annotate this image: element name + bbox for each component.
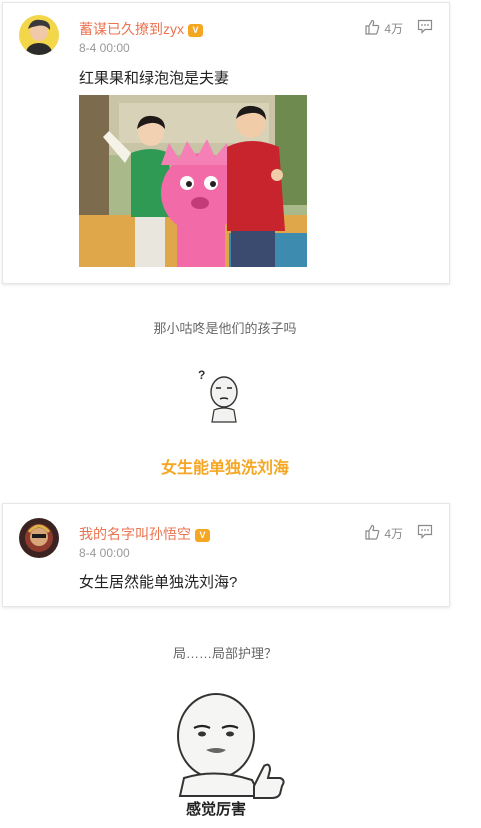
avatar[interactable] xyxy=(19,15,59,55)
like-count: 4万 xyxy=(384,527,403,541)
vip-badge-icon: V xyxy=(188,24,203,37)
like-button[interactable]: 4万 xyxy=(364,19,403,38)
like-button[interactable]: 4万 xyxy=(364,524,403,543)
post-time: 8-4 00:00 xyxy=(79,41,130,55)
question-mark-text: ? xyxy=(198,368,205,382)
comment-reply-icon[interactable] xyxy=(417,19,435,35)
like-count: 4万 xyxy=(384,22,403,36)
comment-text: 红果果和绿泡泡是夫妻 xyxy=(79,70,230,87)
highlight-headline: 女生能单独洗刘海 xyxy=(160,460,289,477)
comment-card: 我的名字叫孙悟空 V 8-4 00:00 4万 女生居然能单独洗刘海? xyxy=(2,503,450,607)
comment-reply-icon[interactable] xyxy=(417,524,435,540)
username-text[interactable]: 蓄谋已久撩到zyx xyxy=(79,21,184,37)
caption-text: 局……局部护理？ xyxy=(172,646,277,661)
praise-face-meme: 感觉厉害 xyxy=(160,688,290,822)
praise-text: 感觉厉害 xyxy=(186,800,246,818)
thumbs-up-icon xyxy=(364,19,380,38)
comment-card: 蓄谋已久撩到zyx V 8-4 00:00 4万 红果果和绿泡泡是夫妻 xyxy=(2,2,450,284)
thumbs-up-icon xyxy=(364,524,380,543)
avatar[interactable] xyxy=(19,518,59,558)
vip-badge-icon: V xyxy=(195,529,210,542)
username-link[interactable]: 蓄谋已久撩到zyx V xyxy=(79,19,203,39)
attached-photo[interactable] xyxy=(79,95,307,267)
post-time: 8-4 00:00 xyxy=(79,546,130,560)
username-text[interactable]: 我的名字叫孙悟空 xyxy=(79,526,191,542)
caption-text: 那小咕咚是他们的孩子吗 xyxy=(153,321,297,336)
comment-text: 女生居然能单独洗刘海? xyxy=(79,574,238,591)
question-face-meme: ? xyxy=(196,366,246,424)
username-link[interactable]: 我的名字叫孙悟空 V xyxy=(79,524,210,544)
